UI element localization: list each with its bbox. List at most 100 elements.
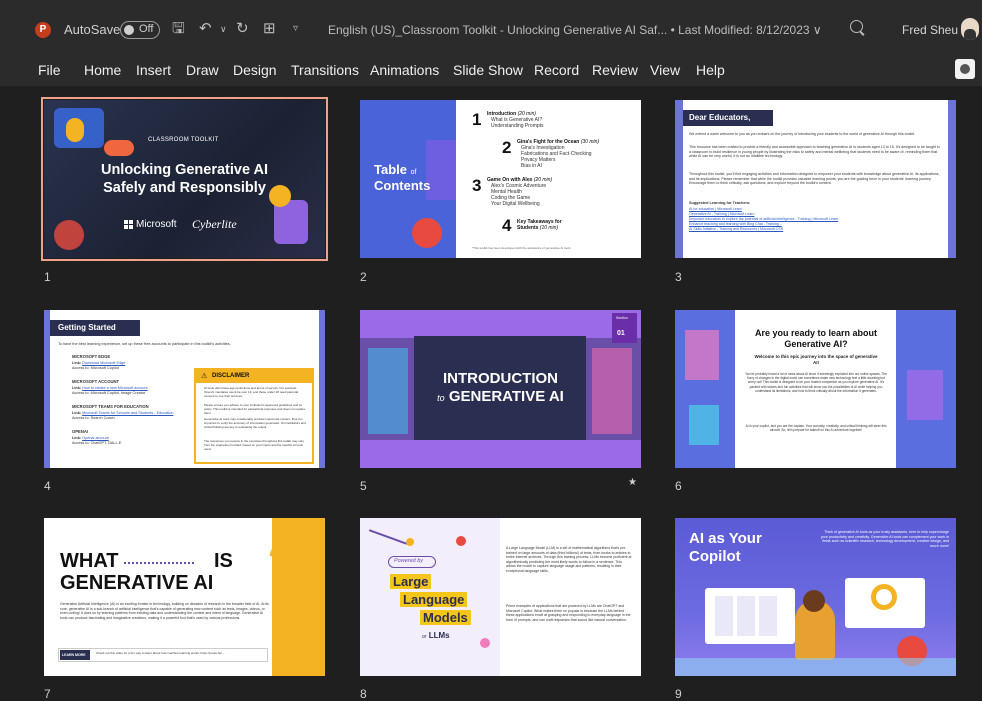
network-node — [406, 538, 414, 546]
decorative-ground — [675, 658, 956, 676]
learning-link[interactable]: AI Skills Initiative - Training and Reso… — [689, 226, 783, 232]
llm-title-line2: Language — [400, 592, 468, 607]
toc-item-number: 4 — [502, 216, 512, 235]
search-icon[interactable] — [850, 20, 863, 33]
record-button[interactable] — [955, 59, 975, 79]
user-name[interactable]: Fred Sheu — [902, 23, 958, 37]
toc-bullet: Understanding Prompts — [491, 123, 544, 129]
slide-heading: Getting Started — [58, 323, 116, 332]
section-badge-label: Section — [616, 316, 628, 320]
slide-thumbnail-8[interactable]: Powered by Large Language Models or LLMs… — [360, 518, 641, 676]
slide-number-1: 1 — [44, 270, 51, 284]
slide-number-6: 6 — [675, 479, 682, 493]
undo-dropdown-icon[interactable]: ∨ — [220, 20, 227, 38]
animation-indicator-icon: ★ — [628, 477, 637, 488]
microsoft-logo-icon — [124, 220, 133, 229]
powerpoint-logo-icon: P — [35, 22, 51, 38]
save-icon[interactable]: 🖫 — [172, 20, 185, 38]
slide-thumbnail-5[interactable]: INTRODUCTION to GENERATIVE AI 01 Section — [360, 310, 641, 468]
section-title-line1: INTRODUCTION — [443, 370, 558, 387]
document-title[interactable]: English (US)_Classroom Toolkit - Unlocki… — [328, 23, 822, 37]
decorative-shape — [685, 330, 719, 380]
slide-title-main: GENERATIVE AI — [60, 572, 214, 594]
body-paragraph: We extend a warm welcome to you as you e… — [689, 132, 916, 136]
menu-file[interactable]: File — [38, 62, 61, 78]
slide-thumbnail-7[interactable]: ? WHAT IS GENERATIVE AI Generative Artif… — [44, 518, 325, 676]
section-title-to: to — [437, 393, 445, 403]
menu-slide-show[interactable]: Slide Show — [453, 62, 523, 78]
body-paragraph: AI is your copilot, and you are the capt… — [745, 424, 887, 433]
network-node — [480, 638, 490, 648]
slide-thumbnail-4[interactable]: Getting Started To have the best learnin… — [44, 310, 325, 468]
autosave-state: Off — [139, 23, 154, 35]
menu-transitions[interactable]: Transitions — [291, 62, 359, 78]
toc-item-number: 1 — [472, 110, 482, 129]
body-paragraph: A Large Language Model (LLM) is a set of… — [506, 546, 632, 573]
toc-title-of: of — [410, 169, 417, 176]
menu-design[interactable]: Design — [233, 62, 277, 78]
decorative-shape — [907, 370, 943, 420]
toc-footnote: *This toolkit has been developed with th… — [472, 246, 572, 250]
illustration-card — [737, 596, 755, 636]
slide-kicker: CLASSROOM TOOLKIT — [148, 137, 219, 143]
microsoft-logo-text: Microsoft — [136, 219, 177, 230]
undo-icon[interactable]: ↶ — [199, 20, 212, 38]
menu-record[interactable]: Record — [534, 62, 579, 78]
section-title-text: GENERATIVE AI — [448, 388, 564, 405]
menu-view[interactable]: View — [650, 62, 680, 78]
illustration-chart — [871, 584, 897, 610]
slide-heading: Are you ready to learn about Generative … — [754, 328, 878, 349]
slide-thumbnail-9[interactable]: AI as Your Copilot Think of generative A… — [675, 518, 956, 676]
learn-more-label: LEARN MORE — [62, 653, 86, 657]
account-access: Access to: Microsoft Copilot — [72, 366, 119, 370]
slide-thumbnail-2[interactable]: Table of Contents 1 Introduction (20 min… — [360, 100, 641, 258]
decorative-circle — [54, 220, 84, 250]
illustration-card — [759, 596, 777, 636]
disclaimer-item: AI tools often have age restrictions and… — [204, 386, 299, 398]
toc-bullet: Bias in AI — [521, 163, 542, 169]
section-title-line2: to GENERATIVE AI — [360, 388, 641, 405]
autosave-toggle[interactable]: Off — [120, 21, 160, 39]
slide-title-line1: Unlocking Generative AI — [100, 162, 269, 178]
toc-time: (30 min) — [580, 139, 600, 145]
account-access: Access to: Microsoft Copilot, Image Crea… — [72, 391, 146, 395]
intro-text: To have the best learning experience, se… — [58, 342, 231, 346]
slide-title-line2: Copilot — [689, 548, 741, 565]
logo-square — [124, 225, 128, 229]
autosave-label: AutoSave — [64, 22, 121, 37]
decorative-border — [948, 100, 956, 258]
menu-animations[interactable]: Animations — [370, 62, 439, 78]
toc-title-line1: Table of — [374, 162, 416, 177]
logo-square — [129, 225, 133, 229]
disclaimer-item: Please ensure you adhere to your institu… — [204, 403, 306, 415]
present-icon[interactable]: ⊞ — [263, 20, 276, 38]
llm-title-line1: Large — [390, 574, 432, 589]
slide-thumbnail-1[interactable]: CLASSROOM TOOLKIT Unlocking Generative A… — [41, 97, 328, 261]
menu-insert[interactable]: Insert — [136, 62, 171, 78]
slide-number-8: 8 — [360, 687, 367, 701]
body-paragraph: Think of generative AI tools as your tru… — [820, 530, 949, 548]
slide-thumbnail-3[interactable]: Dear Educators, We extend a warm welcome… — [675, 100, 956, 258]
menu-review[interactable]: Review — [592, 62, 638, 78]
slide-heading: Dear Educators, — [689, 113, 751, 122]
decorative-wave — [124, 562, 194, 566]
toc-title-line2: Contents — [374, 178, 431, 193]
slide-number-3: 3 — [675, 270, 682, 284]
slide-subheading: Welcome to this epic journey into the sp… — [754, 354, 878, 365]
disclaimer-item: The responses you receive in the exercis… — [204, 439, 305, 451]
llm-subtitle: or LLMs — [422, 631, 450, 640]
menu-help[interactable]: Help — [696, 62, 725, 78]
menu-home[interactable]: Home — [84, 62, 121, 78]
learn-more-text: Check out this video for a fun way to le… — [96, 651, 225, 655]
slide-thumbnail-6[interactable]: Are you ready to learn about Generative … — [675, 310, 956, 468]
avatar[interactable] — [961, 18, 979, 40]
customize-icon[interactable]: ▿ — [293, 20, 298, 38]
menu-draw[interactable]: Draw — [186, 62, 219, 78]
decorative-circle — [412, 218, 442, 248]
slide-title-what: WHAT — [60, 550, 119, 572]
redo-icon[interactable]: ↻ — [236, 20, 249, 38]
body-paragraph: You've probably heard a lot of news abou… — [745, 372, 887, 393]
toc-item-head: Key Takeaways for Students (10 min) — [517, 219, 577, 231]
toc-title-word: Table — [374, 162, 407, 177]
question-mark-graphic: ? — [266, 523, 315, 612]
